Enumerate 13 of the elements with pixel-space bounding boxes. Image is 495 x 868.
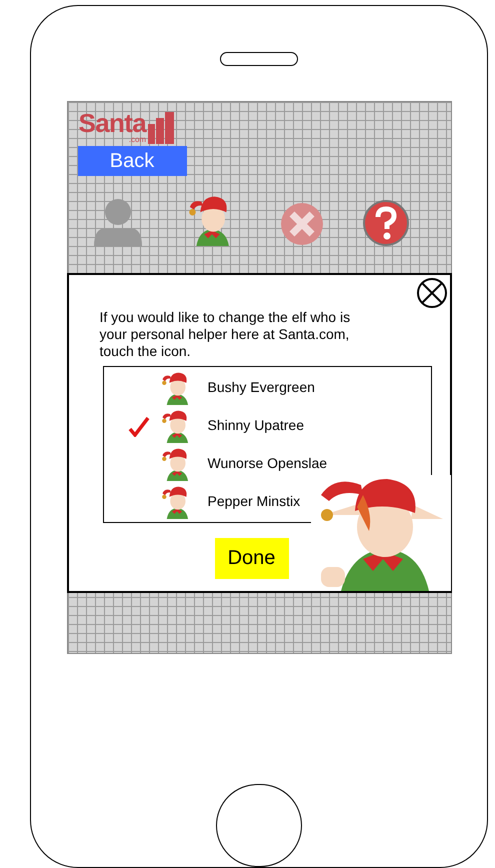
elf-name[interactable]: Shinny Upatree — [208, 415, 304, 436]
back-button[interactable]: Back — [78, 146, 186, 176]
elf-name[interactable]: Wunorse Openslae — [208, 453, 328, 474]
help-icon[interactable] — [362, 200, 408, 246]
logo-suffix: .com — [128, 136, 146, 144]
dialog-message: If you would like to change the elf who is your personal helper here at Santa.com, touch the icon. — [100, 308, 352, 360]
close-icon[interactable] — [416, 276, 448, 309]
logo-text: Santa — [78, 110, 146, 136]
elf-name[interactable]: Bushy Evergreen — [208, 377, 315, 398]
elf-name[interactable]: Pepper Minstix — [208, 491, 300, 512]
done-button[interactable]: Done — [214, 538, 288, 579]
buildings-icon — [148, 112, 174, 144]
home-button[interactable] — [216, 784, 302, 867]
